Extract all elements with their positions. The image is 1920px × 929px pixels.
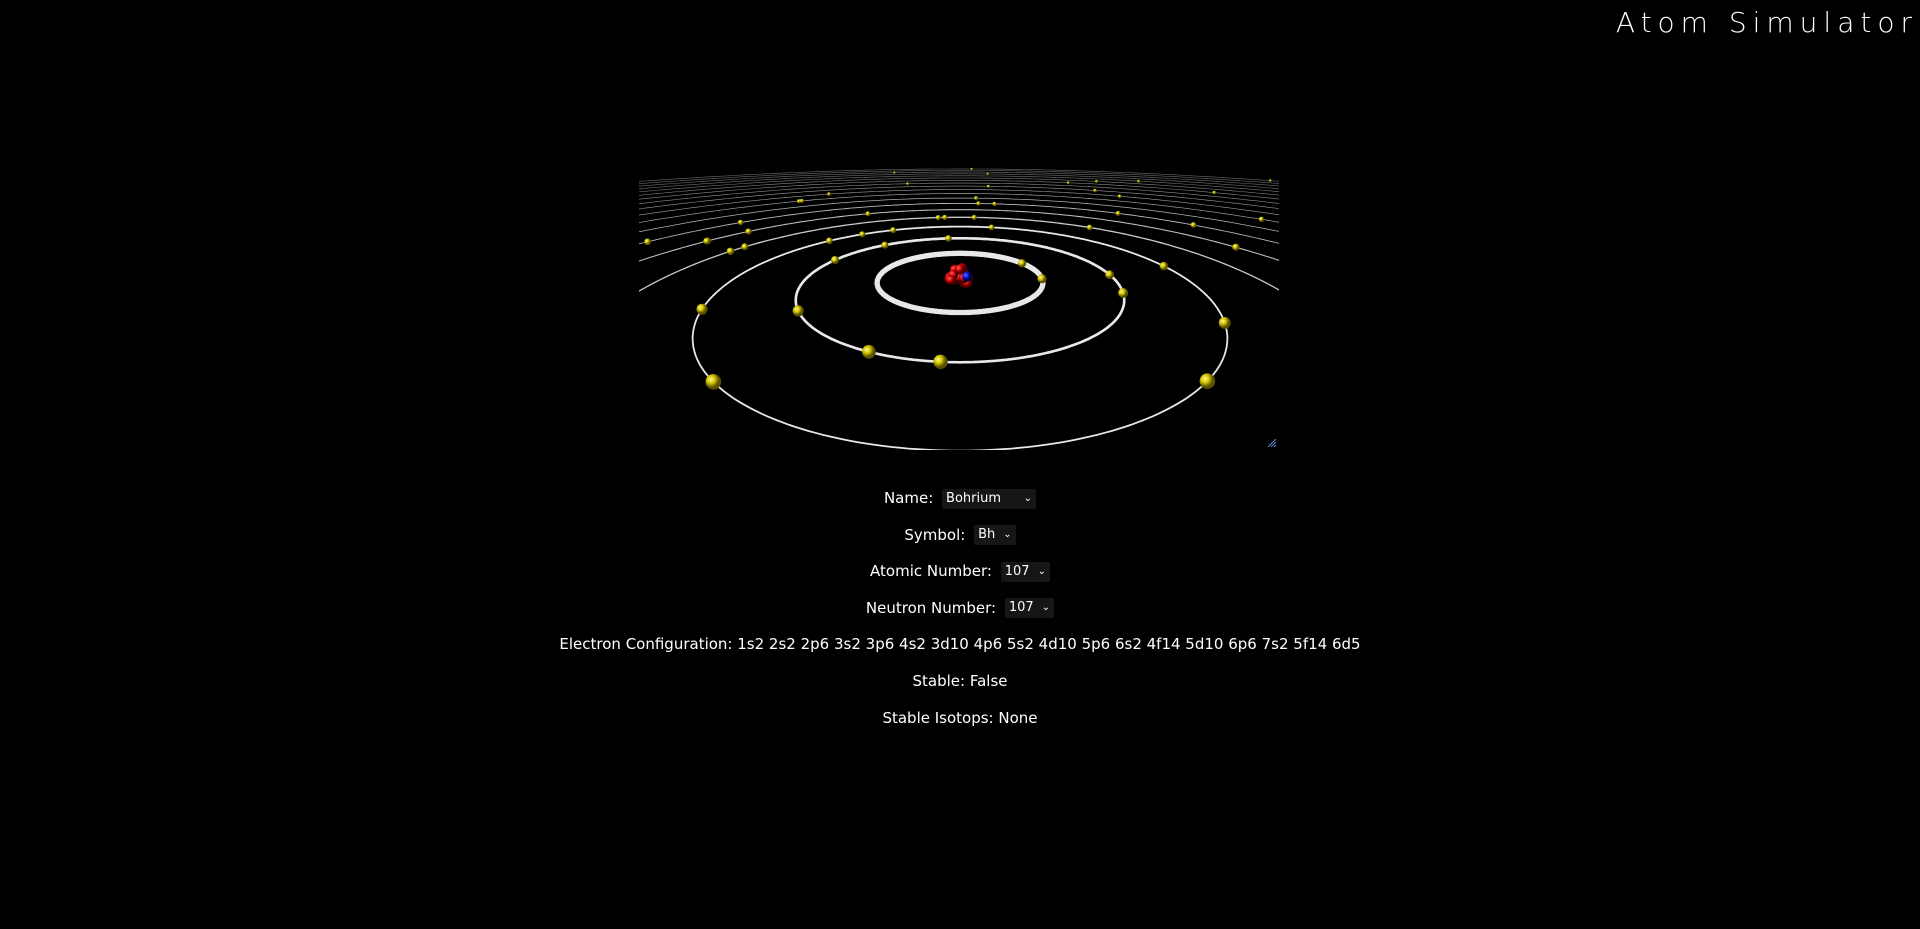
electron [859, 231, 866, 238]
electron [970, 167, 973, 171]
electron [862, 344, 876, 359]
resize-handle-icon[interactable] [1268, 439, 1276, 447]
orbit-ring [639, 180, 1279, 200]
proton [955, 264, 965, 275]
electron [1190, 222, 1197, 228]
electron [1212, 190, 1217, 195]
neutron-number-row: Neutron Number: 107 ⌄ [0, 594, 1920, 631]
electron [945, 235, 952, 242]
electron-configuration-label: Electron Configuration: [559, 635, 733, 654]
electron [988, 224, 995, 231]
stable-value: False [969, 671, 1008, 690]
symbol-row: Symbol: Bh ⌄ [0, 521, 1920, 558]
electron [1105, 270, 1114, 280]
orbit-ring [639, 197, 1279, 233]
electron [974, 196, 979, 201]
stable-isotopes-label: Stable Isotops: [882, 708, 994, 727]
orbit-ring [639, 193, 1279, 223]
name-select-value: Bohrium [946, 490, 1002, 506]
stable-row: Stable: False [0, 667, 1920, 704]
electron [1086, 224, 1093, 231]
symbol-select[interactable]: Bh ⌄ [974, 525, 1016, 546]
electron-configuration-value: 1s2 2s2 2p6 3s2 3p6 4s2 3d10 4p6 5s2 4d1… [737, 635, 1361, 654]
orbit-ring [691, 225, 1229, 450]
electron [906, 182, 910, 186]
electron [1137, 179, 1141, 183]
symbol-label: Symbol: [904, 525, 966, 544]
orbit-ring [639, 209, 1279, 262]
electron [741, 243, 749, 251]
electron [986, 184, 991, 188]
atomic-number-select-value: 107 [1004, 563, 1030, 579]
element-info-panel: Name: Bohrium ⌄ Symbol: Bh ⌄ Atomic Number… [0, 484, 1920, 740]
chevron-down-icon: ⌄ [1003, 529, 1012, 541]
orbit-ring [639, 168, 1279, 182]
electron [696, 303, 708, 315]
electron [1093, 188, 1097, 193]
electron [1258, 216, 1265, 222]
electron [971, 214, 977, 220]
orbit-ring [639, 189, 1279, 216]
electron [827, 192, 831, 196]
app-title: Atom Simulator [1615, 6, 1918, 39]
electron [1115, 210, 1121, 216]
electron [799, 198, 804, 203]
electron [792, 305, 804, 317]
name-row: Name: Bohrium ⌄ [0, 484, 1920, 521]
electron [705, 374, 722, 390]
electron [745, 228, 752, 235]
electron [893, 171, 896, 174]
orbit-ring [639, 185, 1279, 210]
atomic-number-label: Atomic Number: [870, 562, 992, 581]
proton [945, 275, 956, 285]
electron [935, 215, 941, 221]
electron [1159, 261, 1168, 271]
electron [1269, 179, 1272, 182]
electron [881, 241, 889, 249]
electron [1232, 243, 1240, 251]
chevron-down-icon: ⌄ [1037, 565, 1046, 577]
electron [831, 256, 839, 264]
atomic-number-select[interactable]: 107 ⌄ [1000, 561, 1050, 582]
electron [726, 247, 735, 255]
atom-3d-viewer[interactable] [639, 150, 1279, 450]
stable-isotopes-value: None [998, 708, 1038, 727]
electron [1199, 373, 1216, 389]
neutron [962, 271, 973, 282]
electron [992, 201, 997, 207]
electron [1018, 259, 1027, 268]
electron-configuration-row: Electron Configuration: 1s2 2s2 2p6 3s2 … [0, 630, 1920, 667]
neutron-number-select-value: 107 [1008, 600, 1034, 616]
electron [1117, 194, 1122, 199]
electron [703, 237, 711, 245]
electron [644, 238, 651, 246]
electron [933, 354, 948, 369]
electron [1037, 274, 1047, 284]
chevron-down-icon: ⌄ [1041, 602, 1051, 614]
electron [865, 211, 871, 217]
atom-scene[interactable] [639, 150, 1279, 450]
electron [1066, 181, 1070, 185]
electron [976, 201, 981, 206]
electron [1095, 179, 1099, 183]
electron [1118, 288, 1129, 298]
neutron-number-select[interactable]: 107 ⌄ [1004, 598, 1055, 619]
electron [826, 237, 833, 245]
electron [1218, 316, 1231, 329]
neutron-number-label: Neutron Number: [865, 598, 997, 617]
chevron-down-icon: ⌄ [1023, 492, 1033, 504]
atomic-number-row: Atomic Number: 107 ⌄ [0, 557, 1920, 594]
name-select[interactable]: Bohrium ⌄ [942, 488, 1037, 509]
electron [737, 219, 744, 226]
orbit-ring [639, 202, 1279, 245]
symbol-select-value: Bh [978, 527, 996, 543]
stable-isotopes-row: Stable Isotops: None [0, 704, 1920, 741]
orbit-ring [794, 236, 1126, 364]
name-label: Name: [883, 489, 934, 507]
electron [942, 214, 948, 220]
electron [986, 172, 989, 176]
stable-label: Stable: [912, 671, 966, 690]
electron [890, 227, 897, 234]
